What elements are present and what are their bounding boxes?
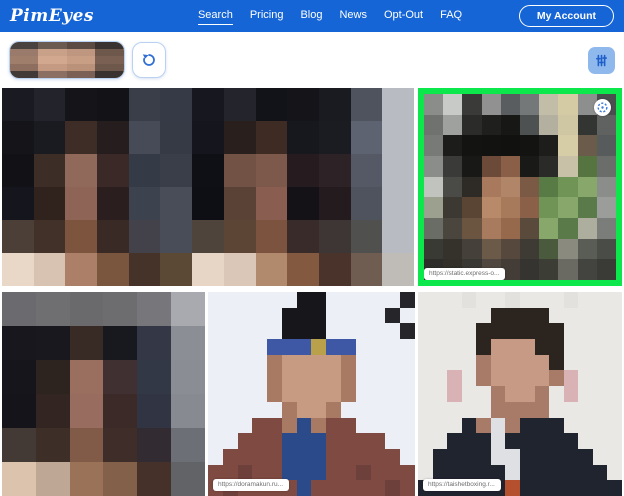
pimeyes-logo[interactable]: PimEyes	[10, 6, 94, 26]
result-image-blurred[interactable]	[2, 292, 205, 496]
nav-item-pricing[interactable]: Pricing	[250, 7, 284, 25]
pixelated-face-image	[2, 292, 205, 496]
result-image-selected[interactable]: https://static.express-o...	[418, 88, 622, 286]
young-man-boxer-image	[418, 292, 622, 496]
pixelated-faces-image	[2, 88, 414, 286]
nav-item-search[interactable]: Search	[198, 7, 233, 25]
filter-sliders-icon	[594, 53, 609, 68]
pixelated-man-in-hat-image	[424, 94, 616, 280]
refresh-icon	[141, 52, 157, 68]
result-image-young-boxer[interactable]: https://taishetboxing.r...	[418, 292, 622, 496]
search-results-grid: https://static.express-o... https://dora…	[0, 88, 624, 496]
search-toolbar: Premium Search About 147 results in 3.16…	[0, 32, 624, 88]
nav-item-news[interactable]: News	[339, 7, 367, 25]
query-face-thumbnail	[10, 42, 124, 78]
pimeyes-badge-icon[interactable]	[594, 99, 611, 116]
result-url-caption[interactable]: https://taishetboxing.r...	[423, 479, 501, 491]
search-summary: Premium Search About 147 results in 3.16…	[124, 42, 125, 78]
top-navigation-bar: PimEyes Search Pricing Blog News Opt-Out…	[0, 0, 624, 32]
nav-item-blog[interactable]: Blog	[300, 7, 322, 25]
my-account-button[interactable]: My Account	[519, 5, 614, 27]
nav-item-opt-out[interactable]: Opt-Out	[384, 7, 423, 25]
man-in-korean-costume-image	[208, 292, 415, 496]
result-url-caption[interactable]: https://static.express-o...	[424, 268, 505, 280]
result-image-costume-man[interactable]: https://doramakun.ru...	[208, 292, 415, 496]
nav-item-faq[interactable]: FAQ	[440, 7, 462, 25]
result-url-caption[interactable]: https://doramakun.ru...	[213, 479, 289, 491]
search-query-chip[interactable]: Premium Search About 147 results in 3.16…	[9, 41, 125, 79]
filter-results-button[interactable]	[588, 47, 615, 74]
result-image-blurred[interactable]	[2, 88, 414, 286]
repeat-search-button[interactable]	[132, 42, 166, 78]
main-nav: Search Pricing Blog News Opt-Out FAQ	[198, 7, 462, 25]
